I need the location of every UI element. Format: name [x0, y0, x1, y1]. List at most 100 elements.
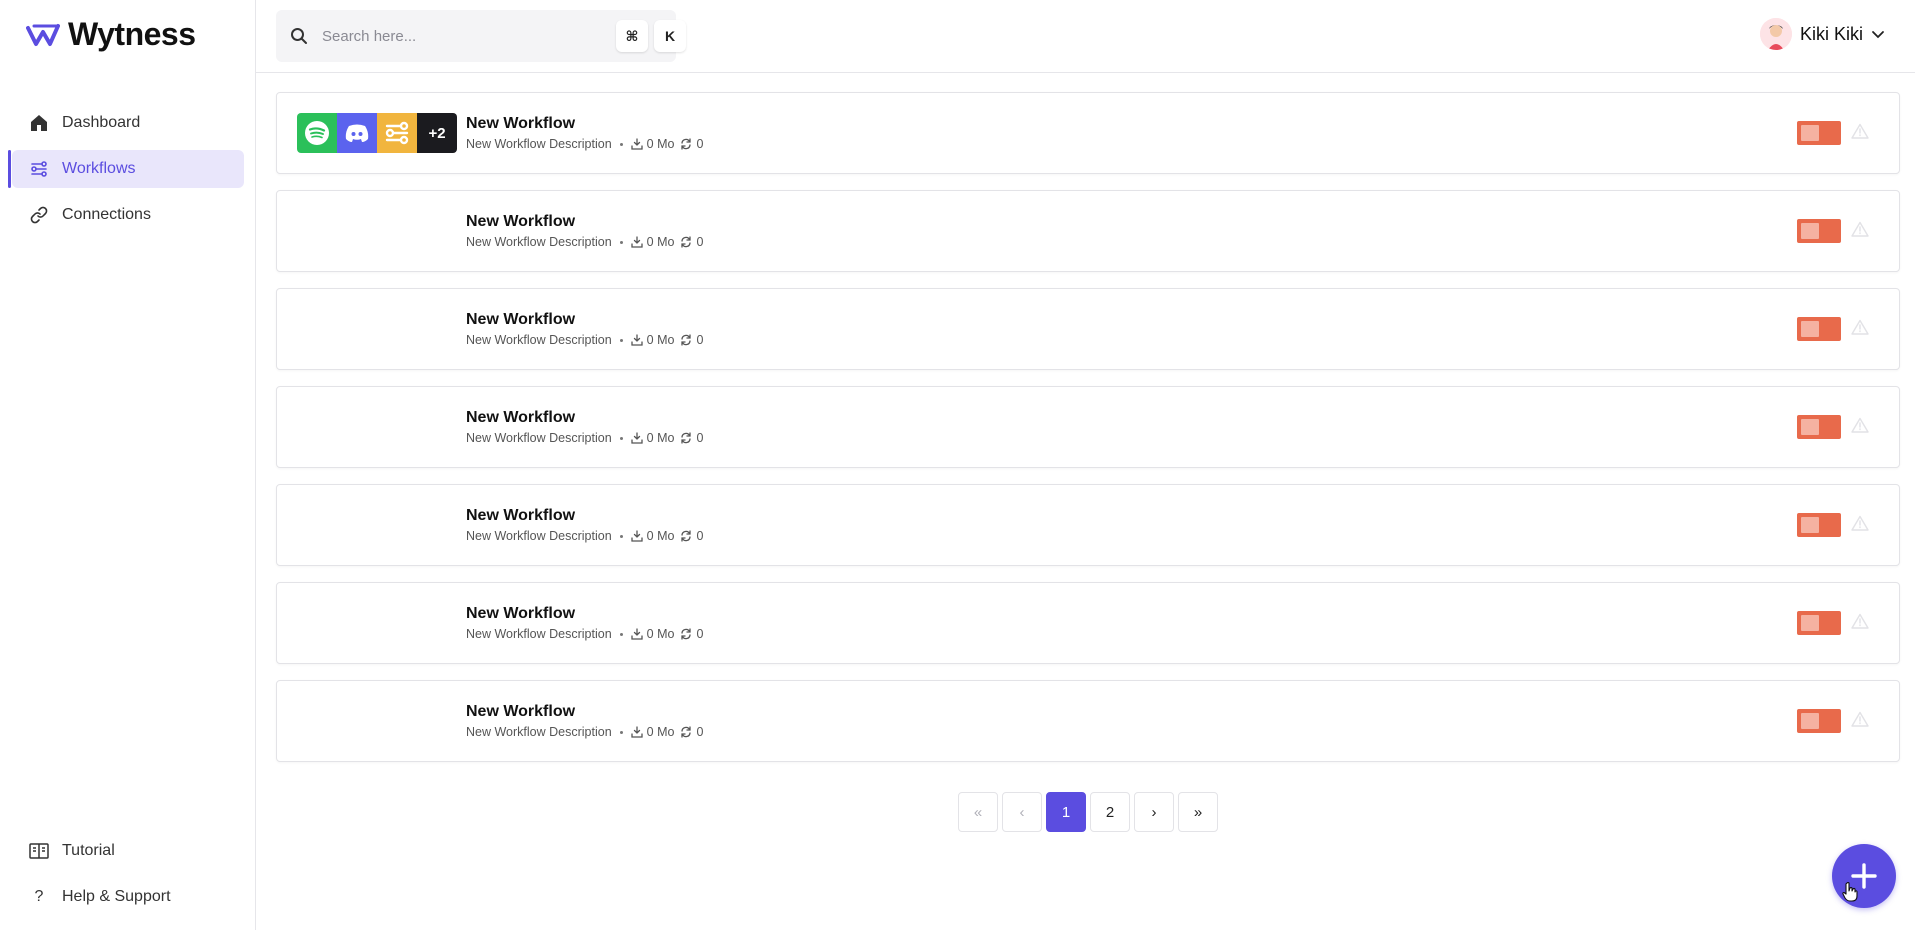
workflow-description: New Workflow Description [466, 137, 612, 151]
last-page-button[interactable]: » [1178, 792, 1218, 832]
workflow-toggle[interactable] [1797, 219, 1841, 243]
discord-icon [337, 113, 377, 153]
workflow-card[interactable]: New Workflow New Workflow Description 0 … [276, 288, 1900, 370]
workflow-runs: 0 [680, 725, 703, 739]
workflow-card[interactable]: New Workflow New Workflow Description 0 … [276, 386, 1900, 468]
prev-page-button[interactable]: ‹ [1002, 792, 1042, 832]
sidebar-item-help[interactable]: ? Help & Support [12, 878, 244, 916]
workflow-card[interactable]: New Workflow New Workflow Description 0 … [276, 190, 1900, 272]
user-menu[interactable]: Kiki Kiki [1759, 18, 1885, 50]
workflow-title: New Workflow [466, 409, 576, 426]
workflow-runs: 0 [680, 431, 703, 445]
download-icon [631, 432, 643, 444]
workflow-size: 0 Mo [631, 725, 674, 739]
topbar: ⌘ K Kiki Kiki [256, 0, 1915, 73]
workflow-runs-value: 0 [696, 725, 704, 739]
workflow-meta: New Workflow Description 0 Mo 0 [466, 529, 703, 543]
workflow-list: +2 New Workflow New Workflow Description… [276, 92, 1900, 778]
search-input[interactable] [322, 27, 582, 45]
sidebar-item-label: Workflows [62, 160, 136, 177]
workflow-toggle[interactable] [1797, 121, 1841, 145]
question-icon: ? [34, 888, 44, 905]
refresh-icon [681, 334, 692, 346]
toggle-knob [1801, 615, 1819, 631]
refresh-icon [681, 530, 692, 542]
separator-dot [619, 730, 623, 734]
chevron-down-icon [1872, 31, 1884, 39]
shortcut-k-key: K [654, 20, 686, 52]
workflow-size: 0 Mo [631, 235, 675, 249]
workflow-size-value: 0 Mo [646, 627, 675, 641]
toggle-knob [1801, 125, 1819, 141]
workflow-size: 0 Mo [631, 333, 674, 347]
workflow-runs: 0 [680, 627, 703, 641]
sidebar-item-dashboard[interactable]: Dashboard [12, 104, 244, 142]
shortcut-cmd-key: ⌘ [616, 20, 648, 52]
warning-icon[interactable] [1851, 221, 1869, 237]
separator-dot [619, 240, 623, 244]
workflow-card[interactable]: New Workflow New Workflow Description 0 … [276, 680, 1900, 762]
sidebar-item-connections[interactable]: Connections [12, 196, 244, 234]
page-2-button[interactable]: 2 [1090, 792, 1130, 832]
workflow-size: 0 Mo [631, 627, 675, 641]
sidebar-bottom-nav: Tutorial ? Help & Support [12, 832, 244, 924]
workflow-title: New Workflow [466, 605, 576, 622]
hand-cursor-icon [1842, 882, 1858, 902]
sidebar-item-workflows[interactable]: Workflows [8, 150, 244, 188]
workflow-runs-value: 0 [696, 235, 704, 249]
workflow-runs-value: 0 [696, 333, 704, 347]
refresh-icon [681, 726, 692, 738]
workflow-size: 0 Mo [631, 137, 675, 151]
workflow-card[interactable]: New Workflow New Workflow Description 0 … [276, 582, 1900, 664]
download-icon [631, 138, 643, 150]
toggle-knob [1801, 517, 1819, 533]
workflow-toggle[interactable] [1797, 611, 1841, 635]
workflow-title: New Workflow [466, 213, 576, 230]
sidebar-item-tutorial[interactable]: Tutorial [12, 832, 244, 870]
first-page-button[interactable]: « [958, 792, 998, 832]
separator-dot [619, 632, 623, 636]
workflow-toggle[interactable] [1797, 709, 1841, 733]
workflow-toggle[interactable] [1797, 415, 1841, 439]
warning-icon[interactable] [1851, 515, 1869, 531]
workflow-runs: 0 [680, 235, 703, 249]
separator-dot [619, 338, 623, 342]
download-icon [631, 334, 643, 346]
warning-icon[interactable] [1851, 711, 1869, 727]
workflow-description: New Workflow Description [466, 431, 612, 445]
warning-icon[interactable] [1851, 613, 1869, 629]
workflow-description: New Workflow Description [466, 235, 612, 249]
search-box[interactable]: ⌘ K [276, 10, 686, 62]
workflow-card[interactable]: New Workflow New Workflow Description 0 … [276, 484, 1900, 566]
workflow-size-value: 0 Mo [646, 137, 675, 151]
download-icon [631, 236, 643, 248]
workflow-icon [28, 158, 50, 180]
workflow-card[interactable]: +2 New Workflow New Workflow Description… [276, 92, 1900, 174]
refresh-icon [681, 138, 692, 150]
sidebar-item-label: Help & Support [62, 888, 171, 905]
spotify-icon [297, 113, 337, 153]
workflow-meta: New Workflow Description 0 Mo 0 [466, 235, 703, 249]
pagination: « ‹ 1 2 › » [958, 792, 1218, 832]
sidebar-item-label: Connections [62, 206, 151, 223]
workflow-toggle[interactable] [1797, 513, 1841, 537]
brand-logo[interactable]: Wytness [26, 16, 196, 53]
workflow-title: New Workflow [466, 703, 576, 720]
workflow-runs: 0 [680, 333, 703, 347]
sidebar-item-label: Tutorial [62, 842, 115, 859]
workflow-meta: New Workflow Description 0 Mo 0 [466, 333, 703, 347]
warning-icon[interactable] [1851, 319, 1869, 335]
warning-icon[interactable] [1851, 417, 1869, 433]
page-1-button[interactable]: 1 [1046, 792, 1086, 832]
workflow-runs-value: 0 [696, 529, 704, 543]
download-icon [631, 530, 643, 542]
sidebar-item-label: Dashboard [62, 114, 141, 131]
workflow-toggle[interactable] [1797, 317, 1841, 341]
workflow-icon [377, 113, 417, 153]
brand-name: Wytness [68, 16, 196, 52]
next-page-button[interactable]: › [1134, 792, 1174, 832]
warning-icon[interactable] [1851, 123, 1869, 139]
workflow-size: 0 Mo [631, 431, 674, 445]
workflow-size-value: 0 Mo [646, 235, 675, 249]
workflow-runs: 0 [680, 137, 703, 151]
